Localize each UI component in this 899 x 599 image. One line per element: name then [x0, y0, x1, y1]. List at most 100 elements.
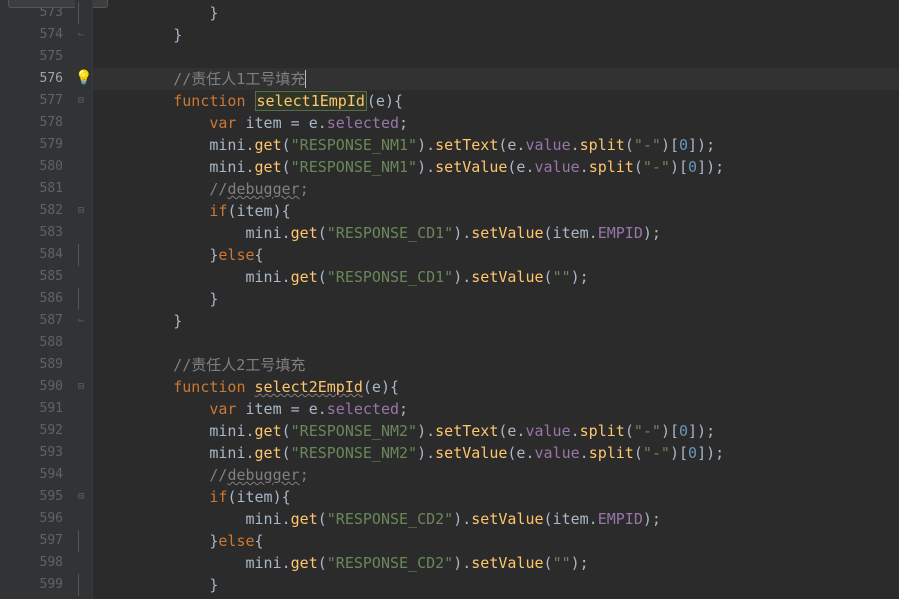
code-token: (item.: [544, 510, 598, 528]
line-number: 579: [0, 134, 75, 156]
fold-guide: [78, 2, 88, 24]
code-line[interactable]: [93, 46, 899, 68]
code-token: );: [643, 510, 661, 528]
code-line[interactable]: function select1EmpId(e){: [93, 90, 899, 112]
code-line[interactable]: mini.get("RESPONSE_CD2").setValue("");: [93, 552, 899, 574]
code-token: (: [544, 268, 553, 286]
code-token: "-": [634, 422, 661, 440]
fold-guide: [78, 244, 88, 266]
code-token: "-": [643, 444, 670, 462]
code-token: selected: [327, 400, 399, 418]
code-line[interactable]: mini.get("RESPONSE_NM2").setValue(e.valu…: [93, 442, 899, 464]
fold-toggle-icon[interactable]: ⊟: [75, 205, 87, 217]
code-token: "": [553, 554, 571, 572]
code-token: .: [580, 444, 589, 462]
code-token: (: [318, 510, 327, 528]
code-line[interactable]: var item = e.selected;: [93, 112, 899, 134]
code-token: [101, 400, 209, 418]
code-token: function: [173, 92, 254, 110]
code-line[interactable]: [93, 332, 899, 354]
code-line[interactable]: mini.get("RESPONSE_NM1").setText(e.value…: [93, 134, 899, 156]
code-token: debugger: [227, 180, 299, 198]
code-line[interactable]: mini.get("RESPONSE_NM1").setValue(e.valu…: [93, 156, 899, 178]
fold-guide: [78, 288, 88, 310]
fold-toggle-icon[interactable]: ⊟: [75, 491, 87, 503]
code-token: mini.: [101, 158, 255, 176]
code-token: ).: [453, 510, 471, 528]
code-token: );: [571, 554, 589, 572]
fold-toggle-icon[interactable]: ⊟: [75, 95, 87, 107]
code-token: ).: [417, 444, 435, 462]
code-token: ;: [300, 180, 309, 198]
line-number: 578: [0, 112, 75, 134]
code-token: (: [544, 554, 553, 572]
code-line[interactable]: //debugger;: [93, 178, 899, 200]
code-token: split: [580, 422, 625, 440]
code-token: (item){: [227, 202, 290, 220]
code-token: (: [634, 158, 643, 176]
line-number: 594: [0, 464, 75, 486]
line-number: 580: [0, 156, 75, 178]
fold-toggle-icon[interactable]: ⊟: [75, 381, 87, 393]
code-token: ;: [300, 466, 309, 484]
code-line[interactable]: }: [93, 288, 899, 310]
code-line[interactable]: }else{: [93, 244, 899, 266]
code-token: 0: [688, 158, 697, 176]
code-token: );: [643, 224, 661, 242]
code-line[interactable]: }: [93, 574, 899, 596]
code-line[interactable]: //责任人1工号填充: [93, 68, 899, 90]
code-token: )[: [670, 158, 688, 176]
code-token: (: [282, 444, 291, 462]
code-line[interactable]: }else{: [93, 530, 899, 552]
code-token: setValue: [435, 444, 507, 462]
code-line[interactable]: mini.get("RESPONSE_CD1").setValue("");: [93, 266, 899, 288]
intention-bulb-icon[interactable]: 💡: [75, 71, 89, 85]
code-token: mini.: [101, 444, 255, 462]
code-line[interactable]: mini.get("RESPONSE_NM2").setText(e.value…: [93, 420, 899, 442]
code-line[interactable]: //debugger;: [93, 464, 899, 486]
code-line[interactable]: function select2EmpId(e){: [93, 376, 899, 398]
code-line[interactable]: }: [93, 2, 899, 24]
code-token: "RESPONSE_CD2": [327, 510, 453, 528]
code-token: }: [101, 290, 218, 308]
code-token: value: [525, 136, 570, 154]
code-token: ]);: [688, 422, 715, 440]
line-number: 590: [0, 376, 75, 398]
code-line[interactable]: var item = e.selected;: [93, 398, 899, 420]
line-number: 592: [0, 420, 75, 442]
code-token: ).: [417, 158, 435, 176]
code-area[interactable]: } } //责任人1工号填充 function select1EmpId(e){…: [93, 0, 899, 599]
code-token: );: [571, 268, 589, 286]
code-line[interactable]: mini.get("RESPONSE_CD2").setValue(item.E…: [93, 508, 899, 530]
fold-end-icon[interactable]: ⌙: [75, 29, 87, 41]
code-token: ).: [453, 224, 471, 242]
code-line[interactable]: if(item){: [93, 486, 899, 508]
code-token: value: [535, 158, 580, 176]
code-token: (: [625, 422, 634, 440]
code-token: 0: [688, 444, 697, 462]
code-token: (e){: [367, 92, 403, 110]
code-line[interactable]: mini.get("RESPONSE_CD1").setValue(item.E…: [93, 222, 899, 244]
code-line[interactable]: //责任人2工号填充: [93, 354, 899, 376]
fold-end-icon[interactable]: ⌙: [75, 315, 87, 327]
code-token: (e.: [507, 158, 534, 176]
code-token: )[: [670, 444, 688, 462]
code-line[interactable]: if(item){: [93, 200, 899, 222]
code-token: (: [282, 136, 291, 154]
code-token: var: [209, 400, 245, 418]
code-token: ).: [453, 554, 471, 572]
line-number: 583: [0, 222, 75, 244]
code-line[interactable]: }: [93, 24, 899, 46]
code-line[interactable]: }: [93, 310, 899, 332]
code-token: setText: [435, 136, 498, 154]
code-token: mini.: [101, 136, 255, 154]
code-token: //责任人1工号填充: [173, 70, 305, 88]
fold-gutter[interactable]: ⌙ 💡 ⊟ ⊟ ⌙ ⊟ ⊟: [75, 0, 93, 599]
code-token: }: [101, 312, 182, 330]
code-editor[interactable]: 5735745755765775785795805815825835845855…: [0, 0, 899, 599]
code-token: .: [571, 136, 580, 154]
code-token: {: [255, 532, 264, 550]
code-token: (e){: [363, 378, 399, 396]
code-token: select1EmpId: [255, 91, 367, 111]
code-token: }: [101, 246, 218, 264]
